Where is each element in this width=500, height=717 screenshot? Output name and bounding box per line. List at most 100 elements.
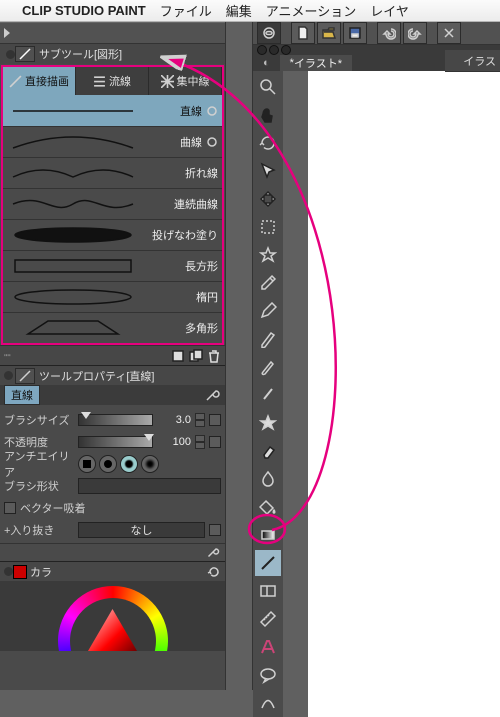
airbrush-tool[interactable] bbox=[255, 382, 281, 408]
subtool-curve[interactable]: 曲線 bbox=[3, 126, 222, 157]
save-button[interactable] bbox=[343, 22, 367, 44]
trash-icon[interactable] bbox=[207, 349, 221, 363]
opacity-slider[interactable] bbox=[78, 436, 153, 448]
toolprop-name-bar: 直線 bbox=[0, 385, 225, 405]
gradient-tool[interactable] bbox=[255, 522, 281, 548]
menu-animation[interactable]: アニメーション bbox=[266, 1, 356, 20]
inout-dynamics[interactable] bbox=[209, 524, 221, 536]
selection-tool[interactable] bbox=[255, 214, 281, 240]
opacity-value[interactable]: 100 bbox=[157, 436, 191, 448]
brush-tool[interactable] bbox=[255, 354, 281, 380]
subtool-rectangle[interactable]: 長方形 bbox=[3, 250, 222, 281]
brush-size-stepper[interactable] bbox=[195, 413, 205, 427]
tab-direct-draw[interactable]: 直接描画 bbox=[3, 67, 76, 95]
balloon-tool[interactable] bbox=[255, 662, 281, 688]
frame-tool[interactable] bbox=[255, 578, 281, 604]
open-file-button[interactable] bbox=[317, 22, 341, 44]
subtool-line[interactable]: 直線 bbox=[3, 95, 222, 126]
brush-shape-dropdown[interactable] bbox=[78, 478, 221, 494]
undo-button[interactable] bbox=[377, 22, 401, 44]
panel-gutter[interactable] bbox=[225, 22, 253, 690]
auto-select-tool[interactable] bbox=[255, 242, 281, 268]
document-tab[interactable]: *イラスト* bbox=[280, 55, 352, 71]
wrench-icon[interactable] bbox=[207, 544, 221, 558]
inout-dropdown[interactable]: なし bbox=[78, 522, 205, 538]
subtool-polygon[interactable]: 多角形 bbox=[3, 312, 222, 343]
subtool-list: 直線 曲線 折れ線 連続曲線 投げなわ塗り bbox=[3, 95, 222, 343]
menu-layer[interactable]: レイヤ bbox=[370, 1, 409, 20]
panel-menu-icon[interactable] bbox=[4, 567, 13, 576]
handle-icon[interactable]: ┉ bbox=[4, 349, 11, 362]
aa-none[interactable] bbox=[78, 455, 96, 473]
canvas[interactable] bbox=[308, 71, 500, 717]
minimize-window-icon[interactable] bbox=[269, 45, 279, 55]
eyedropper-tool[interactable] bbox=[255, 270, 281, 296]
layer-move-tool[interactable] bbox=[255, 186, 281, 212]
restore-window-icon[interactable] bbox=[281, 45, 291, 55]
refresh-icon[interactable] bbox=[207, 565, 221, 579]
fill-tool[interactable] bbox=[255, 494, 281, 520]
app-name[interactable]: CLIP STUDIO PAINT bbox=[22, 3, 146, 18]
canvas-menu-icon[interactable]: ◐ bbox=[253, 55, 280, 71]
color-wheel[interactable] bbox=[0, 581, 225, 651]
tab-stream-lines[interactable]: 流線 bbox=[76, 67, 149, 95]
move-tool[interactable] bbox=[255, 102, 281, 128]
expand-icon[interactable] bbox=[4, 28, 10, 38]
eraser-tool[interactable] bbox=[255, 438, 281, 464]
gear-icon[interactable] bbox=[206, 136, 218, 148]
panel-tag[interactable]: イラス bbox=[445, 50, 500, 72]
text-tool[interactable] bbox=[255, 634, 281, 660]
rotate-tool[interactable] bbox=[255, 130, 281, 156]
subtool-continuous-curve[interactable]: 連続曲線 bbox=[3, 188, 222, 219]
brush-size-slider[interactable] bbox=[78, 414, 153, 426]
subtool-footer: ┉ bbox=[0, 345, 225, 365]
window-controls bbox=[253, 45, 295, 55]
toolprop-name: 直線 bbox=[4, 385, 40, 405]
menu-edit[interactable]: 編集 bbox=[226, 1, 252, 20]
decoration-tool[interactable] bbox=[255, 410, 281, 436]
zoom-tool[interactable] bbox=[255, 74, 281, 100]
opacity-stepper[interactable] bbox=[195, 435, 205, 449]
gear-icon[interactable] bbox=[206, 105, 218, 117]
vector-snap-checkbox[interactable] bbox=[4, 502, 16, 514]
new-file-button[interactable] bbox=[291, 22, 315, 44]
subtool-polyline[interactable]: 折れ線 bbox=[3, 157, 222, 188]
operation-tool[interactable] bbox=[255, 158, 281, 184]
inout-label: +入り抜き bbox=[4, 522, 74, 538]
new-subtool-icon[interactable] bbox=[171, 349, 185, 363]
ruler-tool[interactable] bbox=[255, 606, 281, 632]
delete-button[interactable] bbox=[437, 22, 461, 44]
correct-line-tool[interactable] bbox=[255, 690, 281, 716]
main-toolbar bbox=[253, 71, 283, 717]
wrench-icon[interactable] bbox=[205, 388, 221, 402]
close-window-icon[interactable] bbox=[257, 45, 267, 55]
antialias-label: アンチエイリア bbox=[4, 448, 74, 480]
subtool-lasso-fill[interactable]: 投げなわ塗り bbox=[3, 219, 222, 250]
vector-snap-label: ベクター吸着 bbox=[20, 500, 86, 516]
subtool-header: サブツール[図形] bbox=[0, 44, 225, 64]
brush-size-dynamics[interactable] bbox=[209, 414, 221, 426]
toolprop-icon bbox=[15, 368, 35, 384]
aa-mid[interactable] bbox=[120, 455, 138, 473]
menu-file[interactable]: ファイル bbox=[160, 1, 212, 20]
opacity-dynamics[interactable] bbox=[209, 436, 221, 448]
duplicate-subtool-icon[interactable] bbox=[189, 349, 203, 363]
figure-tool[interactable] bbox=[255, 550, 281, 576]
panel-menu-icon[interactable] bbox=[6, 50, 15, 59]
subtool-ellipse[interactable]: 楕円 bbox=[3, 281, 222, 312]
clip-studio-button[interactable] bbox=[257, 22, 281, 44]
brush-size-value[interactable]: 3.0 bbox=[157, 414, 191, 426]
redo-button[interactable] bbox=[403, 22, 427, 44]
blend-tool[interactable] bbox=[255, 466, 281, 492]
tab-focus-lines[interactable]: 集中線 bbox=[149, 67, 222, 95]
aa-weak[interactable] bbox=[99, 455, 117, 473]
color-swatch-icon[interactable] bbox=[13, 565, 27, 579]
panel-menu-icon[interactable] bbox=[4, 371, 13, 380]
pencil-tool[interactable] bbox=[255, 326, 281, 352]
canvas-gutter bbox=[283, 71, 308, 717]
shape-tool-icon bbox=[15, 46, 35, 62]
pen-tool[interactable] bbox=[255, 298, 281, 324]
aa-strong[interactable] bbox=[141, 455, 159, 473]
document-tab-bar: イラス bbox=[253, 45, 500, 55]
antialias-options bbox=[78, 455, 159, 473]
